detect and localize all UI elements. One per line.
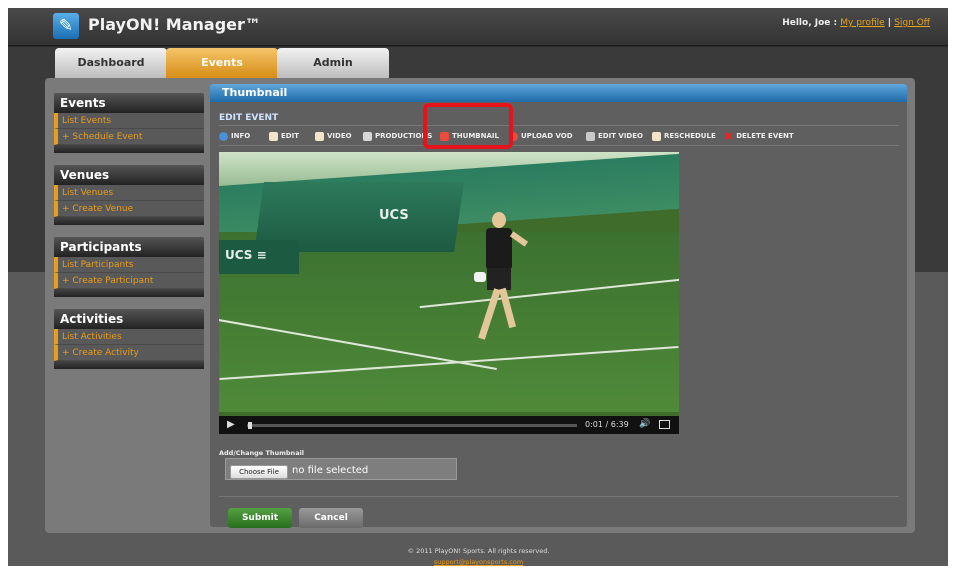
thumbnail-field-label: Add/Change Thumbnail: [219, 449, 305, 457]
toolbar-label: VIDEO: [327, 132, 352, 140]
toolbar-info[interactable]: INFO: [219, 129, 250, 143]
sidebar-item-schedule-event[interactable]: + Schedule Event: [54, 129, 204, 145]
fullscreen-icon[interactable]: [659, 420, 670, 429]
edit-event-heading: EDIT EVENT: [219, 113, 279, 123]
cancel-button[interactable]: Cancel: [299, 508, 363, 528]
sidebar-heading: Activities: [54, 309, 204, 329]
file-input-status: no file selected: [292, 465, 369, 476]
greeting-text: Hello, Joe :: [782, 18, 838, 28]
sidebar-heading: Venues: [54, 165, 204, 185]
choose-file-button[interactable]: Choose File: [230, 465, 288, 479]
video-tent-text: UCS: [379, 208, 409, 223]
delete-icon: ✖: [724, 129, 734, 143]
video-wall-text: UCS ≡: [225, 248, 267, 262]
sidebar-item-create-activity[interactable]: + Create Activity: [54, 345, 204, 361]
folder-icon: [363, 131, 372, 141]
toolbar-label: UPLOAD VOD: [521, 132, 573, 140]
scissors-icon: [586, 131, 595, 141]
toolbar-video[interactable]: VIDEO: [315, 129, 352, 143]
toolbar-label: INFO: [231, 132, 251, 140]
tab-dashboard[interactable]: Dashboard: [55, 48, 167, 78]
divider: [219, 145, 899, 146]
sidebar-heading: Participants: [54, 237, 204, 257]
sidebar-group-footer: [54, 289, 204, 297]
section-title: Thumbnail: [210, 84, 907, 102]
toolbar-edit[interactable]: EDIT: [269, 129, 299, 143]
sidebar-item-create-venue[interactable]: + Create Venue: [54, 201, 204, 217]
toolbar-reschedule[interactable]: RESCHEDULE: [652, 129, 716, 143]
toolbar-edit-video[interactable]: EDIT VIDEO: [586, 129, 643, 143]
seek-bar[interactable]: [247, 424, 577, 427]
toolbar-label: RESCHEDULE: [664, 132, 716, 140]
toolbar-label: EDIT VIDEO: [598, 132, 643, 140]
toolbar-delete-event[interactable]: ✖ DELETE EVENT: [724, 129, 794, 143]
volume-icon[interactable]: 🔊: [639, 419, 650, 429]
submit-button[interactable]: Submit: [228, 508, 292, 528]
video-controls: ▶ 0:01 / 6:39 🔊: [219, 416, 679, 434]
tab-admin[interactable]: Admin: [277, 48, 389, 78]
toolbar-label: EDIT: [281, 132, 299, 140]
page-footer: © 2011 PlayON! Sports. All rights reserv…: [0, 547, 957, 566]
app-header: ✎ PlayON! Manager™ Hello, Joe : My profi…: [8, 8, 948, 46]
my-profile-link[interactable]: My profile: [840, 18, 884, 28]
divider: [219, 496, 899, 497]
video-time: 0:01 / 6:39: [585, 420, 629, 429]
sidebar-group-venues: Venues List Venues + Create Venue: [54, 165, 204, 225]
logo-icon: ✎: [53, 13, 79, 39]
sidebar-item-list-activities[interactable]: List Activities: [54, 329, 204, 345]
toolbar-upload-vod[interactable]: UPLOAD VOD: [509, 129, 573, 143]
sidebar-group-footer: [54, 145, 204, 153]
toolbar-label: DELETE EVENT: [736, 132, 794, 140]
play-icon[interactable]: ▶: [227, 419, 235, 430]
sidebar-group-participants: Participants List Participants + Create …: [54, 237, 204, 297]
thumbnail-highlight: [423, 103, 513, 149]
sidebar-item-list-events[interactable]: List Events: [54, 113, 204, 129]
seek-handle[interactable]: [247, 422, 252, 429]
sidebar-group-footer: [54, 361, 204, 369]
info-icon: [219, 131, 228, 141]
figure-body: [486, 228, 512, 270]
video-player-figure: [474, 212, 529, 352]
sidebar-group-activities: Activities List Activities + Create Acti…: [54, 309, 204, 369]
sidebar-group-events: Events List Events + Schedule Event: [54, 93, 204, 153]
figure-leg: [498, 287, 517, 329]
figure-glove: [474, 272, 486, 282]
support-email-link[interactable]: support@playonsports.com: [0, 558, 957, 566]
video-file-icon: [315, 131, 324, 141]
figure-leg: [478, 288, 501, 340]
calendar-icon: [652, 131, 661, 141]
toolbar-productions[interactable]: PRODUCTIONS: [363, 129, 432, 143]
figure-head: [492, 212, 506, 228]
sidebar-item-list-participants[interactable]: List Participants: [54, 257, 204, 273]
document-icon: [269, 131, 278, 141]
link-separator: |: [884, 18, 895, 28]
sign-out-link[interactable]: Sign Off: [894, 18, 930, 28]
sidebar-group-footer: [54, 217, 204, 225]
user-greeting: Hello, Joe : My profile | Sign Off: [782, 18, 930, 28]
video-frame[interactable]: UCS UCS ≡: [219, 152, 679, 434]
sidebar-item-list-venues[interactable]: List Venues: [54, 185, 204, 201]
app-title: PlayON! Manager™: [88, 15, 261, 34]
sidebar-item-create-participant[interactable]: + Create Participant: [54, 273, 204, 289]
figure-shorts: [487, 268, 511, 290]
tab-events[interactable]: Events: [166, 48, 278, 78]
copyright-text: © 2011 PlayON! Sports. All rights reserv…: [407, 547, 550, 555]
divider: [219, 125, 899, 126]
sidebar-heading: Events: [54, 93, 204, 113]
